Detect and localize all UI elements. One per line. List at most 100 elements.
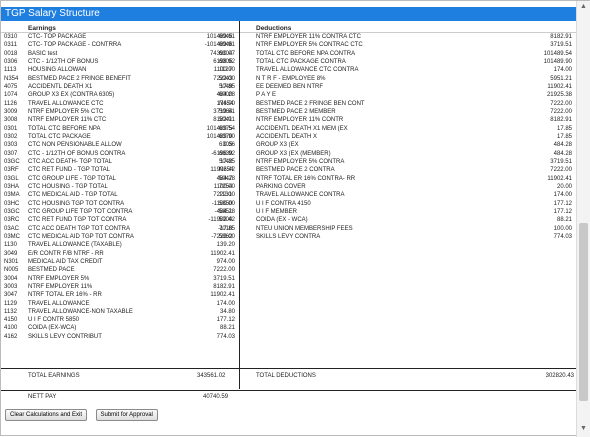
- earnings-ref: N654: [219, 100, 234, 107]
- earnings-description: MEDICAL AID TAX CREDIT: [28, 258, 103, 265]
- deductions-row: BESTMED PACE 2 FRINGE BEN CONT 7222.00: [252, 100, 574, 108]
- earnings-ref: 5041: [219, 117, 233, 124]
- deductions-row: TOTAL CTC BEFORE NPA CONTRA 101489.54: [252, 50, 574, 58]
- earnings-ref: 7254: [219, 183, 233, 190]
- earnings-ref: 6370: [219, 133, 233, 140]
- earnings-ref: 5049: [219, 83, 233, 90]
- earnings-description: CTC- TOP PACKAGE: [28, 34, 87, 40]
- deductions-amount: 101489.54: [543, 50, 572, 57]
- deductions-description: TRAVEL ALLOWANCE CTC CONTRA: [256, 67, 359, 74]
- earnings-row: 1126 TRAVEL ALLOWANCE CTC 174.00 N654: [1, 100, 237, 108]
- earnings-description: NTRF EMPLOYER 11% CTC: [28, 117, 107, 124]
- deductions-description: BESTMED PACE 2 FRINGE BEN CONT: [256, 100, 365, 107]
- earnings-row: 1132 TRAVEL ALLOWANCE-NON TAXABLE 34.80: [1, 308, 237, 316]
- salary-table: Earnings Deductions 0310 CTC- TOP PACKAGE…: [1, 21, 576, 413]
- earnings-description: CTC GROUP LIFE TGP TOT CONTRA: [28, 208, 133, 215]
- earnings-code: 4150: [4, 317, 18, 324]
- earnings-code: 1126: [4, 100, 17, 107]
- earnings-row: 03GC CTC GROUP LIFE TGP TOT CONTRA -484.28…: [1, 208, 237, 216]
- earnings-description: TRAVEL ALLOWANCE CTC: [28, 100, 104, 107]
- deductions-row: NTEU UNION MEMBERSHIP FEES 100.00: [252, 225, 574, 233]
- earnings-list: 0310 CTC- TOP PACKAGE 101489.91 6045 0311 CTC…: [1, 33, 237, 341]
- deductions-amount: 7222.00: [550, 108, 572, 115]
- earnings-row: 0303 CTC NON PENSIONABLE ALLOW 0.36 6305: [1, 141, 237, 149]
- earnings-row: 1129 TRAVEL ALLOWANCE 174.00: [1, 300, 237, 308]
- deductions-amount: 484.28: [553, 142, 572, 149]
- deductions-amount: 3719.51: [550, 42, 572, 49]
- earnings-code: 3003: [4, 283, 18, 290]
- earnings-row: 03GL CTC GROUP LIFE - TGP TOTAL 484.28 5047: [1, 175, 237, 183]
- earnings-header: Earnings: [28, 25, 56, 32]
- total-earnings-value: 343561.02: [197, 373, 226, 379]
- earnings-row: 03HA CTC HOUSING - TGP TOTAL 1100.00 7254: [1, 183, 237, 191]
- earnings-row: 0302 TOTAL CTC PACKAGE 101489.90 6370: [1, 133, 237, 141]
- scroll-up-icon[interactable]: ▲: [580, 3, 587, 10]
- earnings-code: 03MA: [4, 192, 20, 199]
- deductions-description: NTEU UNION MEMBERSHIP FEES: [256, 225, 353, 232]
- deductions-row: ACCIDENTL DEATH X1 MEM (EX 17.85: [252, 125, 574, 133]
- deductions-description: NTRF TOTAL ER 16% CONTRA- RR: [256, 175, 356, 182]
- earnings-row: N005 BESTMED PACE 7222.00: [1, 266, 237, 274]
- scroll-thumb[interactable]: [579, 223, 588, 401]
- deductions-row: GROUP X3 (EX (MEMBER) 484.28: [252, 150, 574, 158]
- earnings-description: TRAVEL ALLOWANCE: [28, 300, 90, 307]
- earnings-ref: 5900: [219, 217, 233, 224]
- deductions-description: TOTAL CTC PACKAGE CONTRA: [256, 58, 346, 65]
- earnings-code: 03HA: [4, 183, 20, 190]
- deductions-description: NTRF EMPLOYER 11% CONTR: [256, 117, 344, 124]
- earnings-amount: 774.03: [216, 333, 235, 340]
- earnings-row: 3047 NTRF TOTAL ER 16% - RR 11902.41: [1, 291, 237, 299]
- earnings-row: 03AC CTC ACC DEATH TGP TOT CONTRA -17.85 70…: [1, 225, 237, 233]
- deductions-list: NTRF EMPLOYER 11% CONTRA CTC 8182.91 NTRF …: [252, 33, 574, 241]
- deductions-row: BESTMED PACE 2 CONTRA 7222.00: [252, 166, 574, 174]
- deductions-amount: 484.28: [553, 150, 572, 157]
- nett-pay-row: NETT PAY 40740.59: [1, 390, 576, 403]
- deductions-amount: 177.12: [553, 208, 572, 215]
- earnings-code: 03MC: [4, 233, 21, 240]
- earnings-ref: 5064: [219, 108, 233, 115]
- deductions-row: NTRF EMPLOYER 5% CONTRAC CTC 3719.51: [252, 41, 574, 49]
- scroll-down-icon[interactable]: ▼: [580, 425, 587, 432]
- deductions-row: NTRF TOTAL ER 16% CONTRA- RR 11902.41: [252, 175, 574, 183]
- deductions-row: GROUP X3 (EX 484.28: [252, 141, 574, 149]
- earnings-row: N354 BESTMED PACE 2 FRINGE BENEFIT 7222.00…: [1, 75, 237, 83]
- vertical-scrollbar[interactable]: ▲ ▼: [576, 1, 590, 437]
- earnings-ref: 1127: [219, 67, 232, 74]
- earnings-code: 0307: [4, 150, 18, 157]
- earnings-amount: 974.00: [216, 258, 235, 265]
- earnings-row: 03MC CTC MEDICAL AID TGP TOT CONTRA -7222.…: [1, 233, 237, 241]
- deductions-description: ACCIDENTL DEATH X1 MEM (EX: [256, 125, 348, 132]
- earnings-ref: 5862: [219, 233, 233, 240]
- earnings-row: 03MA CTC MEDICAL AID - TGP TOTAL 7222.00 11…: [1, 191, 237, 199]
- deductions-row: SKILLS LEVY CONTRA 774.03: [252, 233, 574, 241]
- earnings-description: CTC HOUSING - TGP TOTAL: [28, 183, 108, 190]
- earnings-description: CTC - 1/12TH OF BONUS: [28, 58, 99, 65]
- earnings-row: 4100 COIDA (EX-WCA) 88.21: [1, 324, 237, 332]
- earnings-ref: 6639: [219, 150, 233, 157]
- earnings-row: 03HC CTC HOUSING TGP TOT CONTRA -1100.00 58…: [1, 200, 237, 208]
- earnings-code: N005: [4, 267, 19, 274]
- earnings-code: 0018: [4, 50, 18, 57]
- deductions-amount: 101489.90: [543, 58, 572, 65]
- clear-calculations-button[interactable]: Clear Calculations and Exit: [5, 409, 88, 421]
- earnings-code: 03RC: [4, 217, 20, 224]
- earnings-code: 0302: [4, 133, 18, 140]
- earnings-row: 03GC CTC ACC DEATH- TGP TOTAL 17.85 5042: [1, 158, 237, 166]
- deductions-description: U I F MEMBER: [256, 208, 298, 215]
- earnings-row: 4075 ACCIDENTL DEATH X1 17.85 5049: [1, 83, 237, 91]
- deductions-amount: 100.00: [553, 225, 572, 232]
- earnings-description: TOTAL CTC PACKAGE: [28, 133, 91, 140]
- deductions-row: NTRF EMPLOYER 11% CONTR 8182.91: [252, 116, 574, 124]
- earnings-description: CTC ACC DEATH TGP TOT CONTRA: [28, 225, 131, 232]
- deductions-row: NTRF EMPLOYER 11% CONTRA CTC 8182.91: [252, 33, 574, 41]
- earnings-ref: 5043: [219, 75, 233, 82]
- deductions-header: Deductions: [256, 25, 292, 32]
- submit-approval-button[interactable]: Submit for Approval: [95, 409, 158, 421]
- earnings-row: 0307 CTC - 1/12TH OF BONUS CONTRA -6198.92…: [1, 150, 237, 158]
- deductions-row: U I F MEMBER 177.12: [252, 208, 574, 216]
- earnings-code: 4162: [4, 333, 18, 340]
- earnings-row: 4150 U I F CONTR 5850 177.12: [1, 316, 237, 324]
- earnings-amount: 3719.51: [213, 275, 235, 282]
- deductions-amount: 174.00: [553, 67, 572, 74]
- earnings-amount: 11902.41: [210, 250, 235, 257]
